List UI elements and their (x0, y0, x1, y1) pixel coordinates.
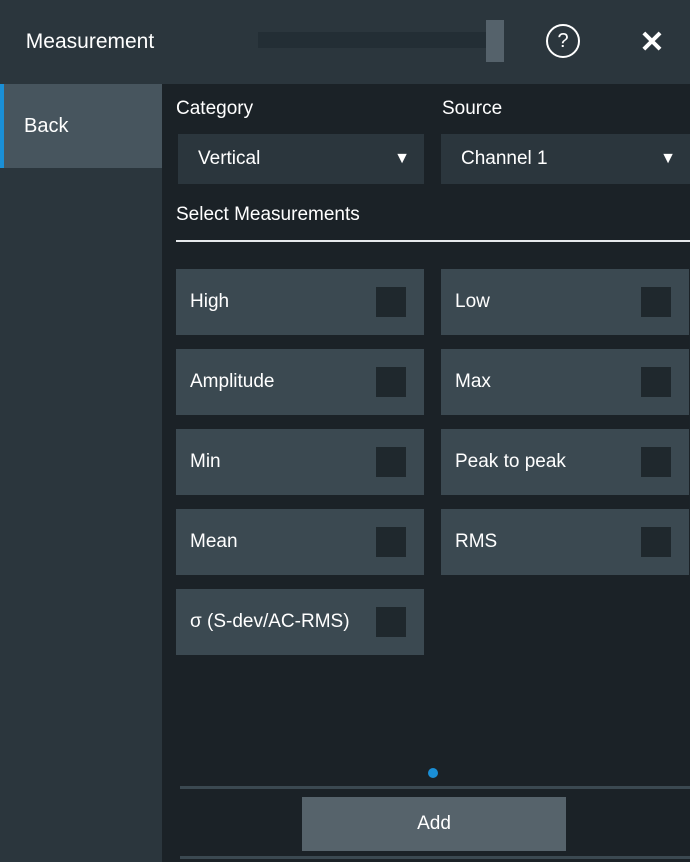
measurement-tile-amplitude[interactable]: Amplitude (176, 349, 424, 415)
measurement-checkbox[interactable] (641, 367, 671, 397)
category-value: Vertical (198, 148, 261, 169)
measurement-tile-peak-to-peak[interactable]: Peak to peak (441, 429, 689, 495)
measurement-tile-high[interactable]: High (176, 269, 424, 335)
section-divider (176, 240, 690, 242)
measurement-checkbox[interactable] (641, 527, 671, 557)
sidebar: Back (0, 84, 162, 862)
page-indicator-dot (428, 768, 438, 778)
source-select[interactable]: Channel 1 ▼ (441, 134, 690, 184)
footer-divider-top (180, 786, 690, 789)
measurement-label: Max (455, 371, 491, 392)
select-measurements-title: Select Measurements (176, 204, 360, 225)
source-label: Source (442, 98, 503, 119)
help-icon[interactable]: ? (546, 24, 580, 58)
category-select[interactable]: Vertical ▼ (178, 134, 424, 184)
measurement-tile-mean[interactable]: Mean (176, 509, 424, 575)
source-value: Channel 1 (461, 148, 548, 169)
close-icon[interactable]: ✕ (632, 24, 672, 64)
measurement-checkbox[interactable] (376, 607, 406, 637)
measurement-checkbox[interactable] (376, 367, 406, 397)
category-label: Category (176, 98, 254, 119)
measurement-label: Min (190, 451, 221, 472)
measurement-label: Mean (190, 531, 238, 552)
measurement-checkbox[interactable] (376, 287, 406, 317)
measurement-tile-min[interactable]: Min (176, 429, 424, 495)
position-slider-handle[interactable] (486, 20, 504, 62)
title-bar: Measurement ? ✕ (0, 0, 690, 84)
measurement-tile-max[interactable]: Max (441, 349, 689, 415)
position-slider-track[interactable] (258, 32, 486, 48)
measurement-tile-low[interactable]: Low (441, 269, 689, 335)
dialog-title: Measurement (25, 30, 155, 53)
measurement-checkbox[interactable] (376, 447, 406, 477)
chevron-down-icon: ▼ (660, 150, 676, 167)
measurement-label: σ (S-dev/AC-RMS) (190, 611, 350, 632)
measurement-label: High (190, 291, 230, 312)
measurement-label: RMS (455, 531, 498, 552)
measurement-tile-rms[interactable]: RMS (441, 509, 689, 575)
measurement-checkbox[interactable] (641, 447, 671, 477)
back-button-label: Back (24, 115, 69, 137)
measurement-checkbox[interactable] (641, 287, 671, 317)
measurement-tile-sdev[interactable]: σ (S-dev/AC-RMS) (176, 589, 424, 655)
back-button[interactable]: Back (0, 84, 162, 168)
measurement-label: Amplitude (190, 371, 275, 392)
footer-divider-bottom (180, 856, 690, 859)
measurement-label: Low (455, 291, 490, 312)
measurement-label: Peak to peak (455, 451, 566, 472)
chevron-down-icon: ▼ (394, 150, 410, 167)
measurement-checkbox[interactable] (376, 527, 406, 557)
main-content: Category Vertical ▼ Source Channel 1 ▼ S… (162, 84, 690, 862)
add-button[interactable]: Add (302, 797, 566, 851)
